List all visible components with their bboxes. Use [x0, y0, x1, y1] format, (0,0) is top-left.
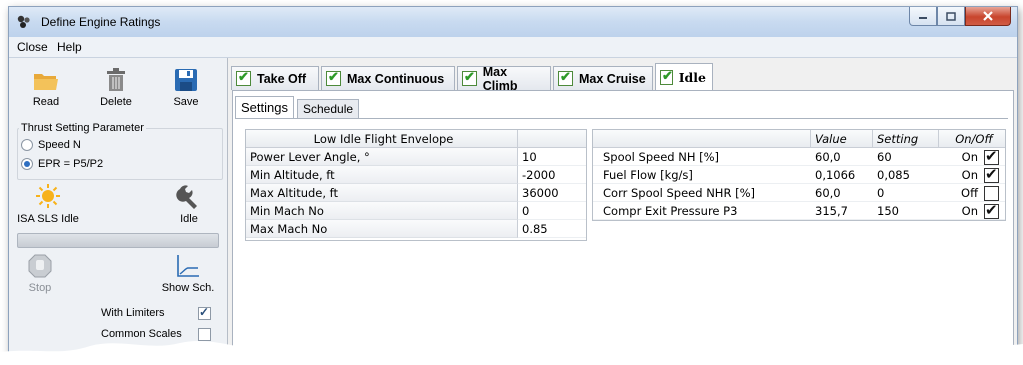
torn-edge	[0, 341, 1023, 365]
